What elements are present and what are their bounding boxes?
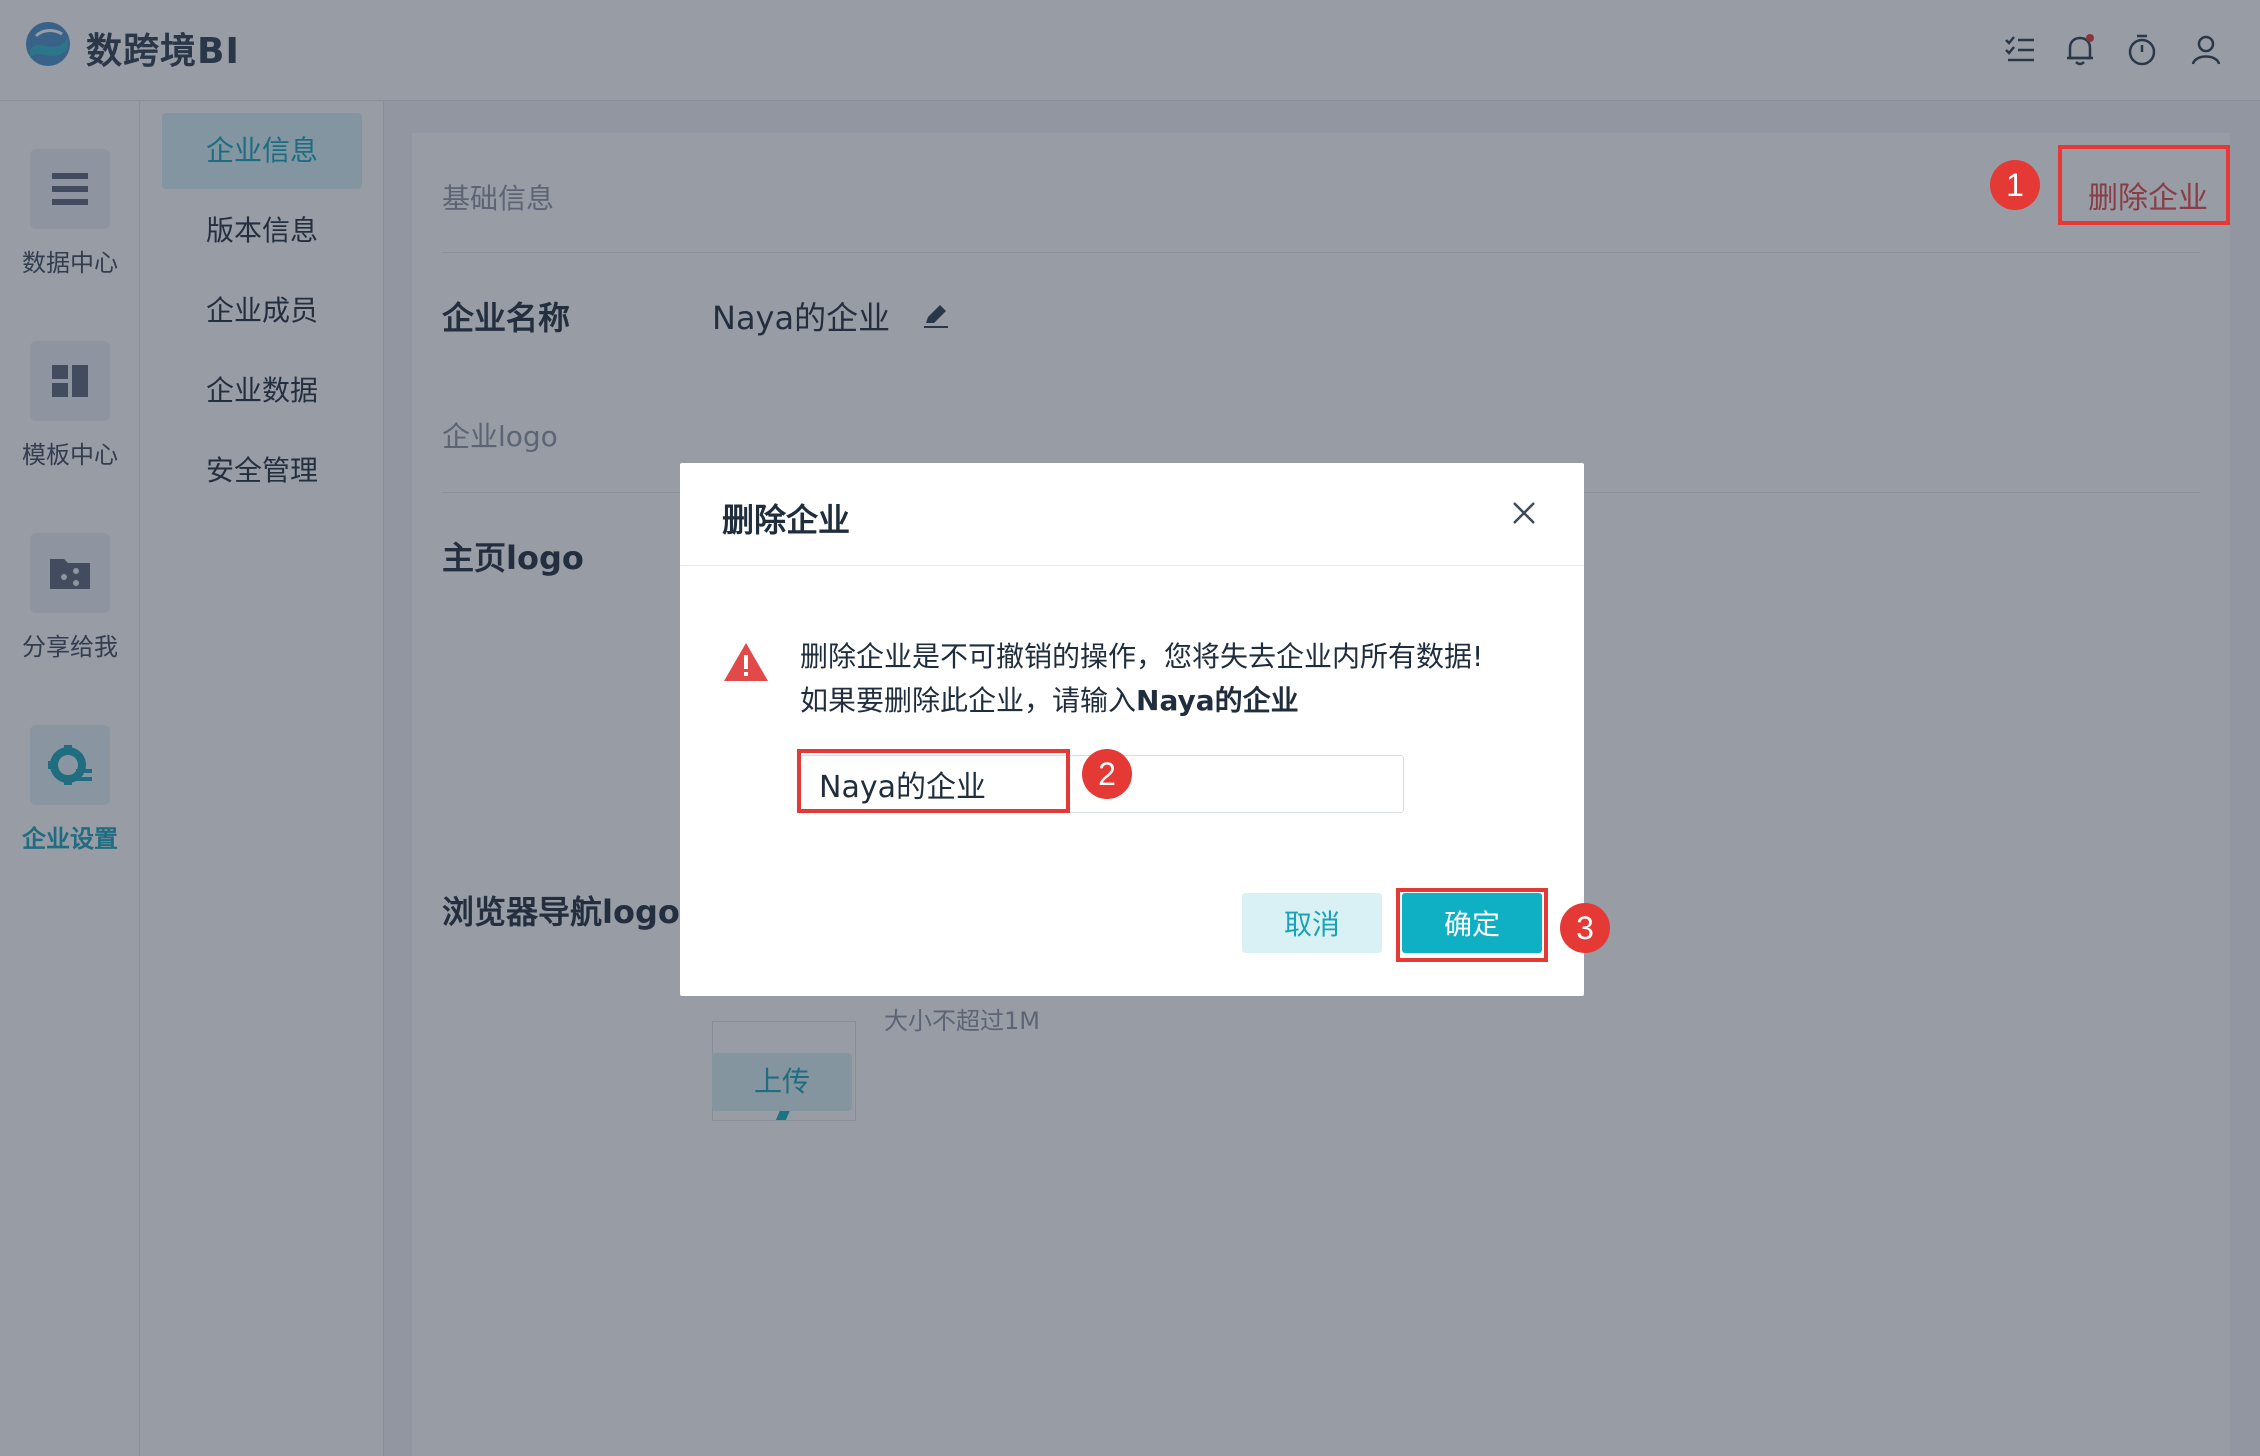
step-badge-1: 1 (1990, 160, 2040, 210)
confirm-instruction-text: 如果要删除此企业，请输入 (800, 684, 1137, 717)
cancel-button[interactable]: 取消 (1242, 893, 1382, 953)
warning-icon (724, 643, 768, 681)
dialog-title: 删除企业 (722, 501, 851, 539)
confirm-instruction-company: Naya的企业 (1136, 684, 1299, 717)
dialog-header: 删除企业 (680, 463, 1584, 566)
close-icon[interactable] (1504, 493, 1544, 533)
annotation-box-input (797, 749, 1070, 813)
confirm-instruction: 如果要删除此企业，请输入Naya的企业 (800, 679, 1299, 719)
annotation-box-confirm (1396, 888, 1548, 962)
step-badge-2: 2 (1082, 749, 1132, 799)
step-badge-3: 3 (1560, 903, 1610, 953)
annotation-box-delete-link (2058, 145, 2230, 225)
warning-message: 删除企业是不可撤销的操作，您将失去企业内所有数据! (800, 640, 1484, 673)
